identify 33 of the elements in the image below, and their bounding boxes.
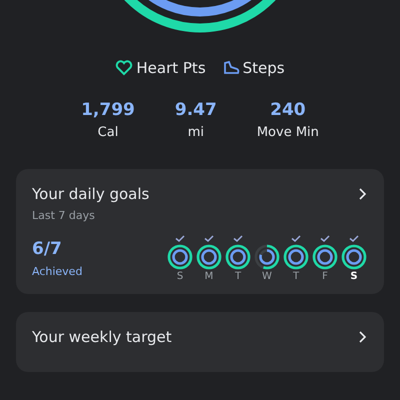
achieved-label: Achieved [32,264,82,278]
day-label: S [176,271,184,282]
goal-ring-icon [166,243,194,271]
heart-icon [115,60,134,76]
stat-value: 1,799 [81,100,135,120]
legend-label: Steps [242,59,285,77]
chevron-icon[interactable] [358,330,368,344]
card-title: Your weekly target [32,328,172,346]
stat-label: Cal [98,125,118,140]
legend-label: Heart Pts [136,59,206,77]
day-label: T [234,271,242,282]
chevron-icon[interactable] [358,187,368,201]
day-label: S [350,271,358,282]
day-label: M [204,271,214,282]
day-label: F [322,271,328,282]
stat-label: mi [188,125,204,140]
weekly-target-card[interactable]: Your weekly target [16,312,384,372]
stat-value: 240 [270,100,306,120]
shoe-icon [222,60,240,76]
achieved-count: 6/7 [32,238,63,258]
stat-value: 9.47 [174,100,217,120]
goal-ring-icon [253,243,281,271]
goal-ring-icon [311,243,339,271]
day-label: T [292,271,300,282]
daily-goals-card[interactable]: Your daily goals Last 7 days 6/7 Achieved S M T W T F S [16,169,384,294]
stat-label: Move Min [256,125,319,140]
goal-ring-icon [195,243,223,271]
card-subtitle: Last 7 days [32,209,96,222]
goal-ring-icon [282,243,310,271]
day-label: W [262,271,272,282]
goal-ring-icon [224,243,252,271]
card-title: Your daily goals [32,185,150,203]
goal-ring-icon [340,243,368,271]
